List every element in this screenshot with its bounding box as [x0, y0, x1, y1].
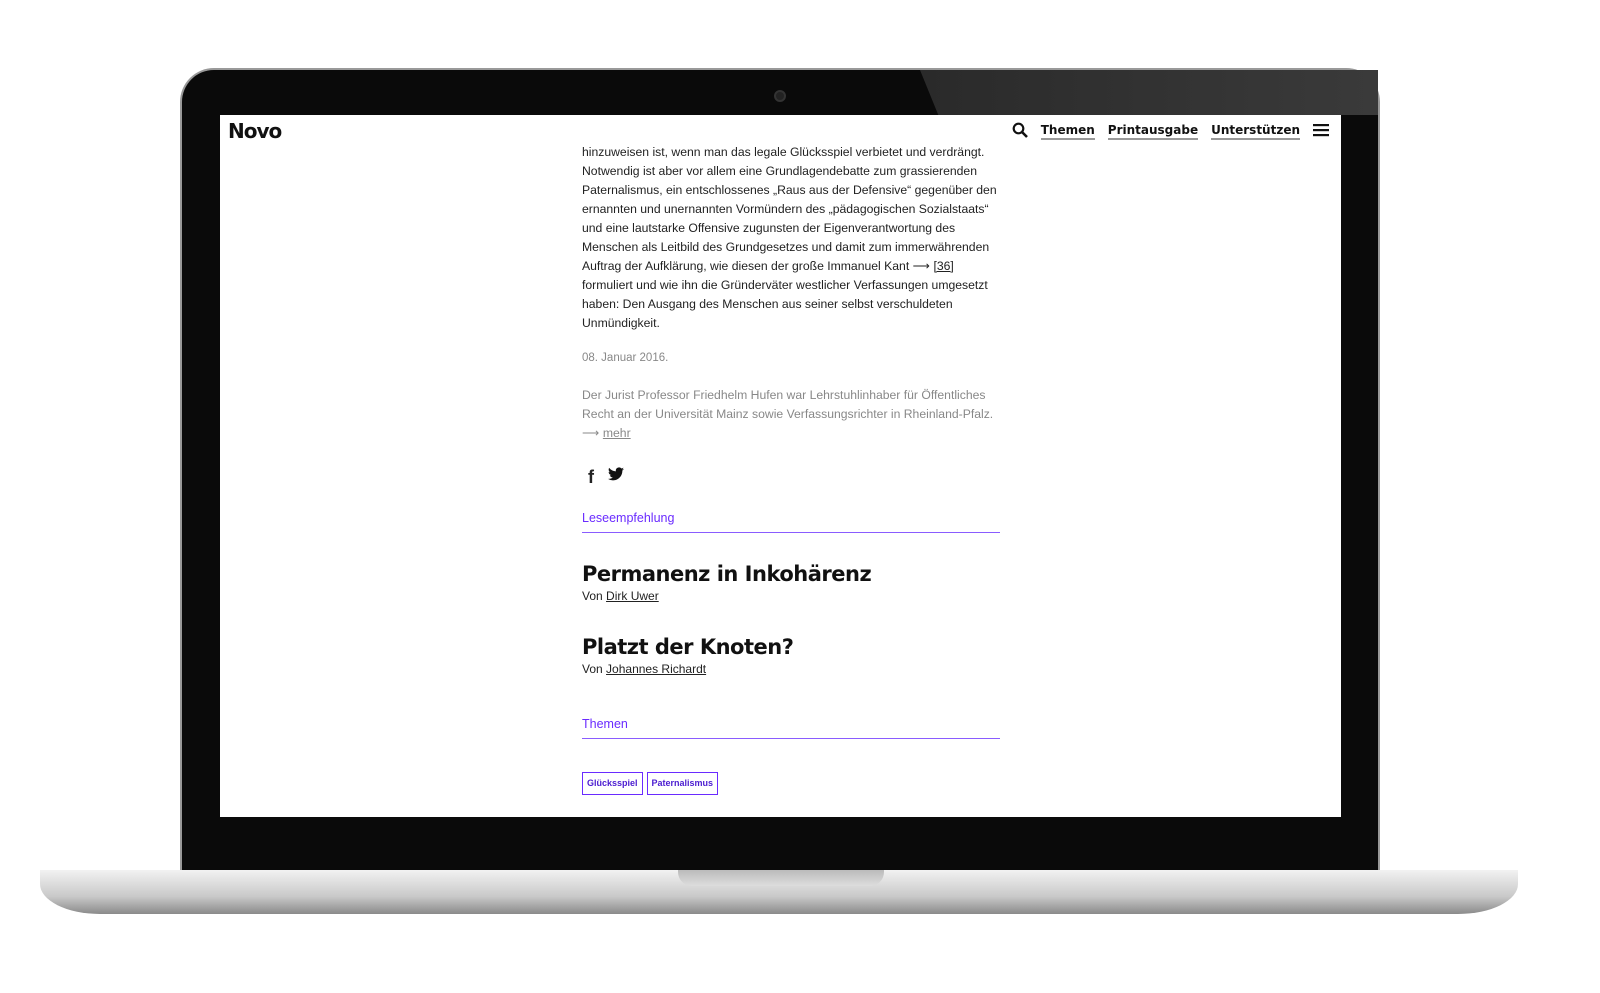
- more-link[interactable]: mehr: [603, 426, 631, 440]
- menu-icon[interactable]: [1313, 123, 1329, 140]
- recommendation-title[interactable]: Permanenz in Inkohärenz: [582, 561, 1000, 587]
- facebook-icon[interactable]: f: [588, 467, 594, 487]
- recommendation-item[interactable]: Platzt der Knoten? Von Johannes Richardt: [582, 634, 1000, 679]
- tag-list: Glücksspiel Paternalismus: [582, 772, 1000, 795]
- camera: [774, 90, 786, 102]
- section-leseempfehlung: Leseempfehlung: [582, 509, 1000, 533]
- tag-gluecksspiel[interactable]: Glücksspiel: [582, 772, 643, 795]
- top-nav: Themen Printausgabe Unterstützen: [1012, 122, 1329, 141]
- section-themen: Themen: [582, 715, 1000, 739]
- arrow-icon: ⟶: [582, 426, 600, 440]
- browser-screen: Novo Themen Printausgabe Unterstützen hi…: [220, 115, 1341, 817]
- tag-paternalismus[interactable]: Paternalismus: [646, 772, 719, 795]
- search-icon[interactable]: [1012, 122, 1028, 141]
- share-buttons: f: [582, 467, 1000, 487]
- author-link[interactable]: Dirk Uwer: [606, 589, 659, 603]
- article-body: hinzuweisen ist, wenn man das legale Glü…: [582, 143, 1000, 795]
- recommendation-item[interactable]: Permanenz in Inkohärenz Von Dirk Uwer: [582, 561, 1000, 606]
- twitter-icon[interactable]: [608, 467, 624, 487]
- author-bio: Der Jurist Professor Friedhelm Hufen war…: [582, 388, 994, 440]
- footnote-link[interactable]: [36]: [933, 259, 953, 273]
- nav-printausgabe[interactable]: Printausgabe: [1107, 123, 1199, 140]
- laptop-notch: [678, 870, 884, 886]
- site-logo[interactable]: Novo: [228, 119, 282, 143]
- arrow-icon: ⟶: [912, 259, 931, 273]
- nav-themen[interactable]: Themen: [1040, 123, 1095, 140]
- nav-unterstuetzen[interactable]: Unterstützen: [1211, 123, 1300, 140]
- recommendation-title[interactable]: Platzt der Knoten?: [582, 634, 1000, 660]
- article-paragraph: hinzuweisen ist, wenn man das legale Glü…: [582, 145, 997, 330]
- screen-glare: [920, 70, 1378, 115]
- article-date: 08. Januar 2016.: [582, 352, 669, 364]
- author-link[interactable]: Johannes Richardt: [606, 662, 706, 676]
